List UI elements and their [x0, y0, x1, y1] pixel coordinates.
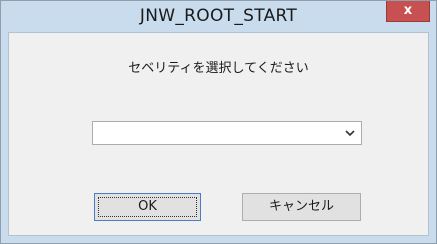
cancel-button-label: キャンセル	[268, 199, 334, 214]
severity-prompt: セベリティを選択してください	[128, 61, 309, 76]
ok-button-label: OK	[138, 199, 157, 214]
close-button[interactable]: x	[386, 1, 430, 22]
dialog-window: JNW_ROOT_START x セベリティを選択してください OK キャンセル	[0, 0, 437, 244]
severity-select[interactable]	[92, 121, 362, 145]
dialog-body: セベリティを選択してください OK キャンセル	[8, 32, 429, 236]
window-title: JNW_ROOT_START	[139, 6, 298, 26]
close-icon: x	[403, 3, 413, 18]
ok-button[interactable]: OK	[94, 193, 201, 221]
cancel-button[interactable]: キャンセル	[242, 193, 361, 221]
title-bar[interactable]: JNW_ROOT_START x	[1, 1, 436, 32]
chevron-down-icon[interactable]	[345, 129, 355, 137]
